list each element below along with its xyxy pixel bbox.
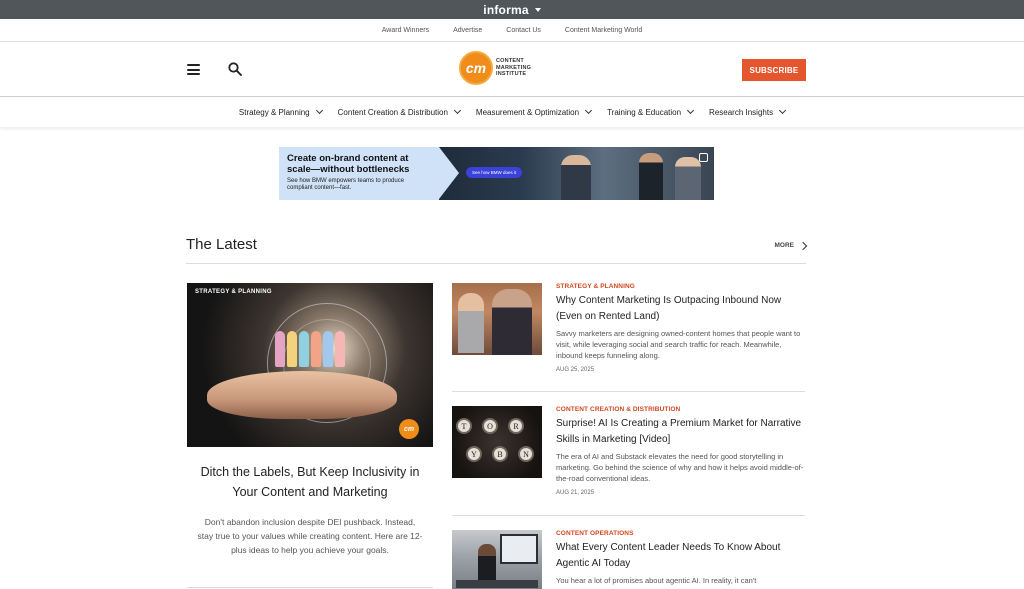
- typewriter-key: Y: [466, 446, 482, 462]
- typewriter-key: R: [508, 418, 524, 434]
- article-date: AUG 21, 2025: [556, 490, 595, 496]
- article-thumbnail[interactable]: [452, 283, 542, 355]
- article-category[interactable]: Content Creation & Distribution: [556, 406, 805, 413]
- search-icon[interactable]: [228, 62, 242, 76]
- thumbnail-person: [458, 293, 484, 353]
- thumbnail-person: [478, 544, 496, 584]
- typewriter-key: T: [456, 418, 472, 434]
- util-link-advertise[interactable]: Advertise: [453, 27, 482, 34]
- ad-choices-icon[interactable]: [699, 153, 708, 162]
- ad-subtext: See how BMW empowers teams to produce co…: [287, 178, 405, 191]
- ad-person: [675, 157, 701, 200]
- typewriter-key: N: [518, 446, 534, 462]
- logo-mark: cm: [459, 51, 493, 85]
- thumbnail-window: [500, 534, 538, 564]
- featured-article-image[interactable]: STRATEGY & PLANNING cm: [187, 283, 433, 447]
- util-link-contact-us[interactable]: Contact Us: [506, 27, 541, 34]
- article-title[interactable]: Surprise! AI Is Creating a Premium Marke…: [556, 416, 805, 448]
- utility-nav: Award Winners Advertise Contact Us Conte…: [0, 19, 1024, 42]
- divider: [187, 587, 433, 588]
- logo-text: CONTENT MARKETING INSTITUTE: [496, 58, 532, 78]
- article-body: Content Operations What Every Content Le…: [556, 530, 805, 586]
- ad-copy: Create on-brand content at scale—without…: [279, 147, 459, 200]
- nav-item-measurement[interactable]: Measurement & Optimization: [475, 106, 593, 117]
- paper-figures-illustration: [275, 331, 345, 367]
- divider: [452, 515, 805, 516]
- ad-headline: Create on-brand content at scale—without…: [287, 153, 410, 175]
- thumbnail-person: [492, 289, 532, 355]
- nav-item-strategy-planning[interactable]: Strategy & Planning: [238, 106, 323, 117]
- chevron-right-icon: [798, 241, 808, 250]
- nav-item-content-creation[interactable]: Content Creation & Distribution: [337, 106, 461, 117]
- subscribe-button[interactable]: SUBSCRIBE: [742, 59, 806, 81]
- latest-section-header: The Latest MORE: [186, 236, 808, 264]
- more-link[interactable]: MORE: [774, 241, 808, 250]
- informa-menu[interactable]: informa: [483, 2, 541, 17]
- chevron-down-icon: [687, 106, 695, 115]
- article-category[interactable]: Content Operations: [556, 530, 805, 537]
- article-date: AUG 25, 2025: [556, 367, 595, 373]
- more-label: MORE: [774, 242, 795, 249]
- hands-illustration: [207, 371, 397, 419]
- menu-icon[interactable]: [187, 64, 200, 75]
- nav-item-label: Measurement & Optimization: [475, 107, 580, 117]
- informa-bar: informa: [0, 0, 1024, 19]
- ad-person: [561, 155, 591, 200]
- informa-label: informa: [483, 2, 529, 17]
- site-logo[interactable]: cm CONTENT MARKETING INSTITUTE: [459, 51, 540, 85]
- nav-item-label: Content Creation & Distribution: [337, 107, 448, 117]
- ad-image: See how BMW does it: [439, 147, 714, 200]
- ad-cta-button[interactable]: See how BMW does it: [466, 167, 523, 178]
- article-description: You hear a lot of promises about agentic…: [556, 576, 757, 585]
- chevron-down-icon: [315, 106, 323, 115]
- chevron-down-icon: [453, 106, 461, 115]
- caret-down-icon: [534, 7, 541, 12]
- ad-person: [639, 153, 663, 200]
- chevron-down-icon: [779, 106, 787, 115]
- thumbnail-table: [456, 580, 538, 588]
- chevron-down-icon: [585, 106, 593, 115]
- divider: [452, 391, 805, 392]
- util-link-award-winners[interactable]: Award Winners: [382, 27, 429, 34]
- nav-item-research[interactable]: Research Insights: [709, 106, 787, 117]
- ad-banner[interactable]: Create on-brand content at scale—without…: [279, 147, 714, 200]
- article-description: The era of AI and Substack elevates the …: [556, 452, 804, 483]
- nav-item-label: Strategy & Planning: [238, 107, 310, 117]
- typewriter-key: O: [482, 418, 498, 434]
- featured-article-title[interactable]: Ditch the Labels, But Keep Inclusivity i…: [187, 462, 433, 502]
- article-body: Strategy & Planning Why Content Marketin…: [556, 283, 805, 373]
- cmi-logo-icon: cm: [399, 419, 419, 439]
- article-title[interactable]: What Every Content Leader Needs To Know …: [556, 540, 805, 572]
- article-thumbnail[interactable]: [452, 530, 542, 589]
- typewriter-key: B: [492, 446, 508, 462]
- nav-item-training[interactable]: Training & Education: [607, 106, 695, 117]
- featured-article-description: Don't abandon inclusion despite DEI push…: [197, 517, 423, 555]
- article-category[interactable]: Strategy & Planning: [556, 283, 805, 290]
- article-title[interactable]: Why Content Marketing Is Outpacing Inbou…: [556, 293, 805, 325]
- article-body: Content Creation & Distribution Surprise…: [556, 406, 805, 496]
- nav-item-label: Research Insights: [709, 107, 774, 117]
- nav-item-label: Training & Education: [607, 107, 682, 117]
- util-link-content-marketing-world[interactable]: Content Marketing World: [565, 27, 642, 34]
- article-description: Savvy marketers are designing owned-cont…: [556, 329, 801, 360]
- article-thumbnail[interactable]: T O R Y B N: [452, 406, 542, 478]
- section-title: The Latest: [186, 236, 257, 253]
- site-header: cm CONTENT MARKETING INSTITUTE SUBSCRIBE: [0, 42, 1024, 97]
- main-nav: Strategy & Planning Content Creation & D…: [0, 97, 1024, 127]
- featured-category-tag: STRATEGY & PLANNING: [195, 289, 272, 295]
